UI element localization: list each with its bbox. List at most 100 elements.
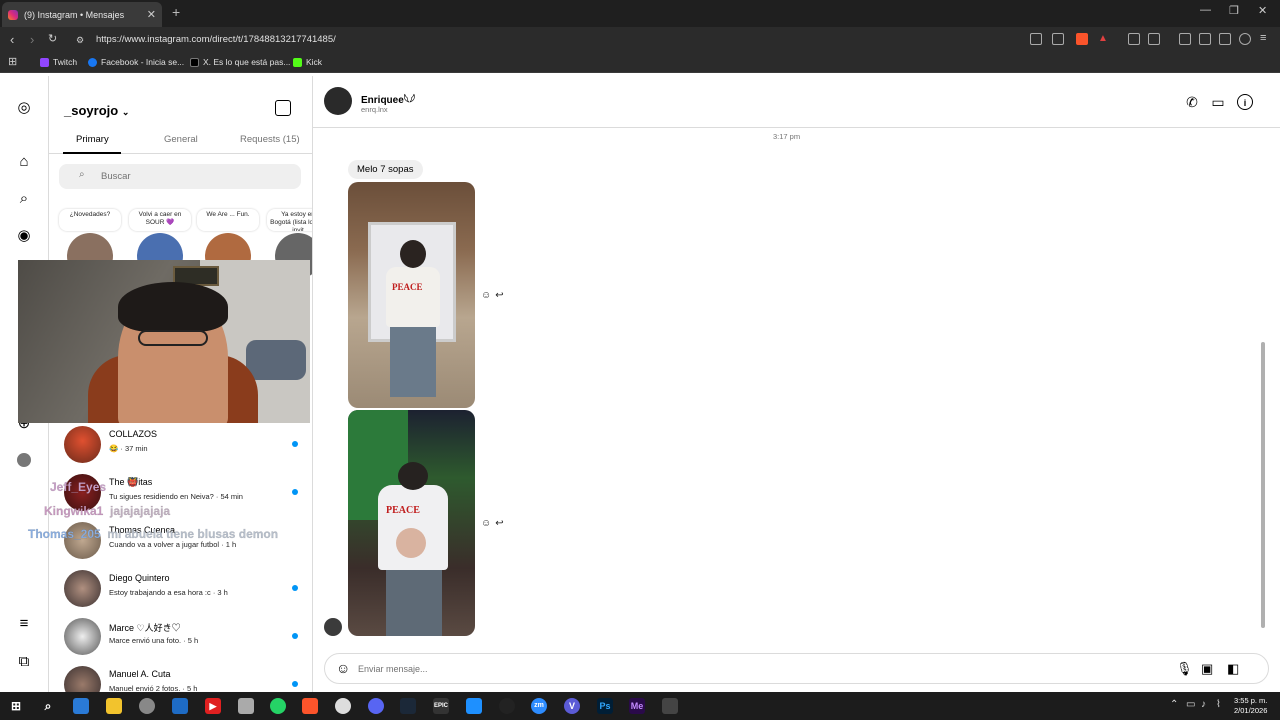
emoji-icon[interactable]: ☺ (336, 660, 350, 676)
vpn-icon[interactable] (1239, 33, 1251, 45)
app-icon[interactable] (662, 698, 678, 714)
brave-icon[interactable] (302, 698, 318, 714)
phone-call-icon[interactable]: ✆ (1184, 94, 1200, 110)
rewards-icon[interactable]: ▲ (1098, 33, 1110, 45)
wallet-icon[interactable] (1199, 33, 1211, 45)
url-field[interactable]: https://www.instagram.com/direct/t/17848… (96, 34, 336, 45)
media-encoder-icon[interactable]: Me (629, 698, 645, 714)
youtube-icon[interactable]: ▶ (205, 698, 221, 714)
message-bubble[interactable]: Melo 7 sopas (348, 160, 423, 179)
message-actions: ☺↩ (481, 518, 508, 529)
zoom-icon[interactable]: zm (531, 698, 547, 714)
message-input[interactable]: Enviar mensaje... (358, 664, 428, 674)
tab-primary[interactable]: Primary (76, 134, 109, 145)
sidebar-toggle-icon[interactable] (1179, 33, 1191, 45)
obs-icon[interactable] (335, 698, 351, 714)
back-icon[interactable]: ‹ (10, 32, 14, 47)
account-username[interactable]: _soyrojo ⌄ (64, 103, 129, 118)
steam-icon[interactable] (400, 698, 416, 714)
whatsapp-icon[interactable] (270, 698, 286, 714)
also-from-meta-icon[interactable]: ⧉ (16, 654, 32, 670)
search-icon[interactable]: ⌕ (16, 191, 32, 207)
leo-icon[interactable] (1219, 33, 1231, 45)
info-icon[interactable]: i (1237, 94, 1253, 110)
sticker-icon[interactable]: ◧ (1227, 661, 1239, 677)
menu-icon[interactable]: ≡ (1260, 32, 1266, 44)
reply-icon[interactable]: ↩ (495, 290, 507, 301)
epic-games-icon[interactable]: EPIC (433, 698, 449, 714)
explore-icon[interactable]: ◉ (16, 228, 32, 244)
bookmark-twitch[interactable]: Twitch (40, 57, 77, 67)
copilot-icon[interactable] (73, 698, 89, 714)
photo-shirt (386, 267, 440, 327)
instagram-logo-icon[interactable]: ◎ (16, 100, 32, 116)
search-icon[interactable]: ⌕ (40, 698, 56, 714)
scrollbar[interactable] (1259, 128, 1267, 648)
tab-general[interactable]: General (164, 134, 198, 145)
app-icon[interactable] (238, 698, 254, 714)
reload-icon[interactable]: ↻ (48, 32, 57, 45)
file-explorer-icon[interactable] (106, 698, 122, 714)
photoshop-icon[interactable]: Ps (597, 698, 613, 714)
apps-grid-icon[interactable]: ⊞ (8, 55, 17, 68)
reply-icon[interactable]: ↩ (495, 518, 507, 529)
video-call-icon[interactable]: ▭ (1210, 94, 1226, 110)
react-emoji-icon[interactable]: ☺ (481, 290, 495, 301)
tray-chevron-icon[interactable]: ⌃ (1170, 699, 1178, 710)
extensions-icon[interactable] (1128, 33, 1140, 45)
bookmark-kick[interactable]: Kick (293, 57, 322, 67)
profile-avatar-icon[interactable] (17, 453, 31, 467)
cast-icon[interactable] (1030, 33, 1042, 45)
search-input[interactable]: ⌕ Buscar (59, 164, 301, 189)
conversation-row[interactable]: Thomas Cuenca Cuando va a volver a jugar… (49, 517, 312, 565)
brave-shield-icon[interactable] (1076, 33, 1088, 45)
volume-icon[interactable]: ♪ (1201, 699, 1206, 710)
bookmark-x[interactable]: X. Es lo que está pas... (190, 57, 290, 67)
message-actions: ☺↩ (481, 290, 508, 301)
webcam-hair (118, 282, 228, 332)
discord-icon[interactable] (368, 698, 384, 714)
system-clock[interactable]: 3:55 p. m. 2/01/2026 (1234, 696, 1267, 716)
react-emoji-icon[interactable]: ☺ (481, 518, 495, 529)
photo-head (398, 462, 428, 490)
new-tab-icon[interactable]: + (172, 4, 180, 20)
scrollbar-thumb[interactable] (1261, 342, 1265, 628)
photo-message[interactable]: PEACE (348, 410, 475, 636)
app-icon[interactable] (139, 698, 155, 714)
screenshot-icon[interactable] (1148, 33, 1160, 45)
windows-start-icon[interactable]: ⊞ (8, 698, 24, 714)
site-info-icon[interactable]: ⚙ (76, 35, 84, 46)
conversation-row[interactable]: Marce ♡人好き♡ Marce envió una foto. · 5 h (49, 613, 312, 661)
conversation-row[interactable]: Diego Quintero Estoy trabajando a esa ho… (49, 565, 312, 613)
minimize-icon[interactable]: — (1200, 4, 1211, 16)
restore-icon[interactable]: ❐ (1229, 4, 1239, 17)
close-window-icon[interactable]: ✕ (1258, 4, 1267, 17)
image-icon[interactable]: ▣ (1201, 661, 1213, 677)
conversation-row[interactable]: Manuel A. Cuta Manuel envió 2 fotos. · 5… (49, 661, 312, 692)
conversation-row[interactable]: COLLAZOS 😂 · 37 min (49, 421, 312, 469)
share-icon[interactable] (1052, 33, 1064, 45)
conversation-header: Enriquee𓆩𓆪 enrq.lnx ✆ ▭ i (313, 76, 1280, 128)
kick-icon (293, 57, 302, 67)
contact-avatar[interactable] (324, 87, 352, 115)
more-menu-icon[interactable]: ≡ (16, 616, 32, 632)
message-composer[interactable]: ☺ Enviar mensaje... 🎙 ▣ ◧ (324, 653, 1269, 684)
chevron-down-icon: ⌄ (121, 107, 130, 117)
home-icon[interactable]: ⌂ (16, 154, 32, 170)
shirt-print-text: PEACE (392, 282, 423, 292)
app-icon[interactable] (499, 698, 515, 714)
microphone-icon[interactable]: 🎙 (1176, 661, 1193, 677)
bookmark-facebook[interactable]: Facebook - Inicia se... (88, 57, 184, 67)
forward-icon[interactable]: › (30, 32, 34, 47)
compose-icon[interactable] (275, 100, 291, 116)
browser-tab[interactable]: (9) Instagram • Mensajes ✕ (2, 2, 162, 27)
app-icon[interactable] (466, 698, 482, 714)
close-tab-icon[interactable]: ✕ (147, 8, 156, 21)
tab-requests[interactable]: Requests (15) (240, 134, 300, 145)
store-icon[interactable] (172, 698, 188, 714)
stream-chat-line: Jeff_Eyes (50, 480, 107, 494)
photo-message[interactable]: PEACE (348, 182, 475, 408)
app-icon[interactable]: V (564, 698, 580, 714)
network-icon[interactable]: ▭ (1186, 699, 1195, 710)
mic-tray-icon[interactable]: ⌇ (1216, 699, 1221, 710)
